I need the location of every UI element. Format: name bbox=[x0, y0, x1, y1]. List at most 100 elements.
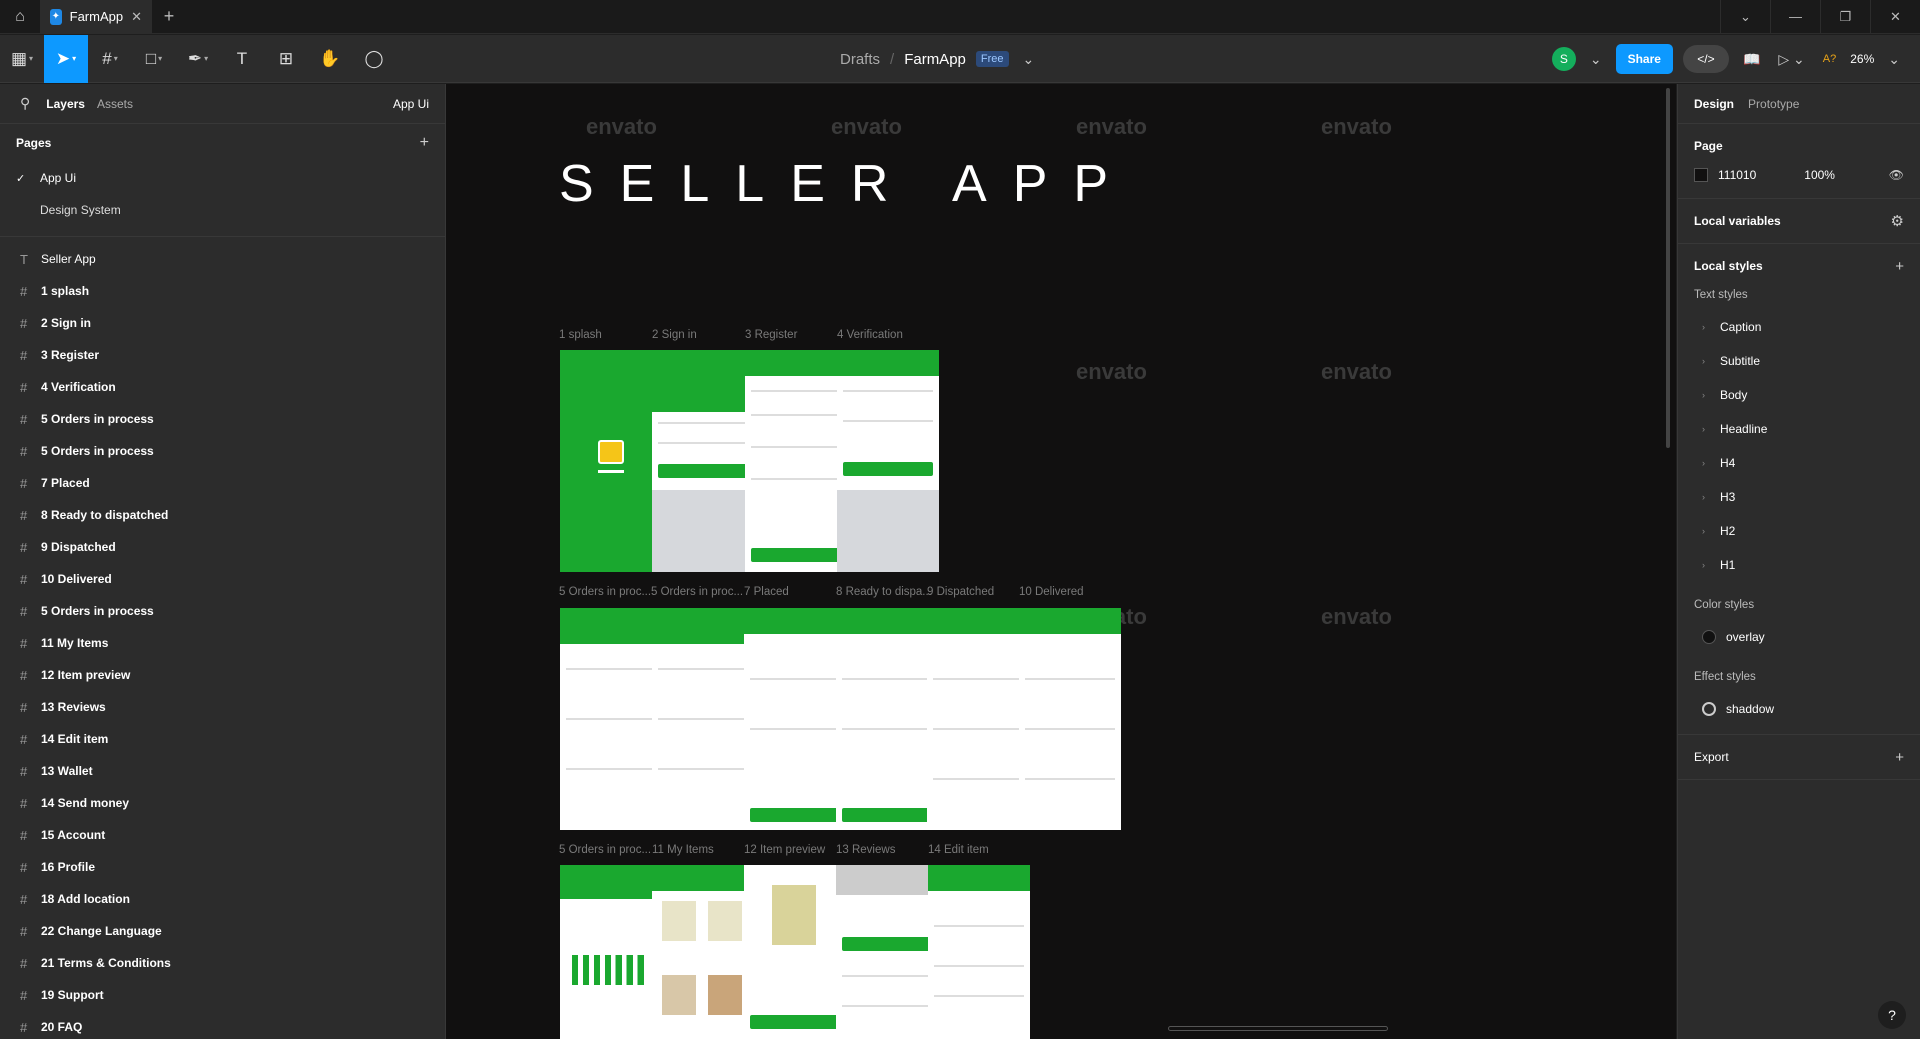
layer-item[interactable]: #10 Delivered bbox=[0, 563, 445, 595]
layer-item[interactable]: #20 FAQ bbox=[0, 1011, 445, 1039]
vertical-scrollbar[interactable] bbox=[1666, 88, 1670, 448]
frame-label[interactable]: 5 Orders in proc... bbox=[651, 586, 743, 598]
frame-label[interactable]: 3 Register bbox=[745, 329, 797, 341]
tab-layers[interactable]: Layers bbox=[46, 97, 85, 111]
frame-label[interactable]: 8 Ready to dispa... bbox=[836, 586, 932, 598]
home-icon[interactable]: ⌂ bbox=[0, 0, 40, 34]
frame-label[interactable]: 5 Orders in proc... bbox=[559, 844, 651, 856]
layer-item[interactable]: #21 Terms & Conditions bbox=[0, 947, 445, 979]
page-item-design-system[interactable]: Design System bbox=[0, 194, 445, 226]
frame-label[interactable]: 13 Reviews bbox=[836, 844, 895, 856]
page-selector[interactable]: App Ui bbox=[393, 97, 429, 111]
horizontal-scrollbar[interactable] bbox=[1168, 1026, 1388, 1031]
text-style-item[interactable]: › H2 bbox=[1694, 514, 1904, 548]
frame-tool-icon[interactable]: # ▾ bbox=[88, 35, 132, 83]
text-style-item[interactable]: › H4 bbox=[1694, 446, 1904, 480]
layer-item[interactable]: #4 Verification bbox=[0, 371, 445, 403]
text-style-item[interactable]: › Subtitle bbox=[1694, 344, 1904, 378]
canvas[interactable]: envato envato envato envato envato envato enva… bbox=[446, 84, 1676, 1039]
layer-item[interactable]: #13 Reviews bbox=[0, 691, 445, 723]
variables-settings-icon[interactable]: ⚙ bbox=[1891, 212, 1904, 230]
close-window-icon[interactable]: ✕ bbox=[1870, 0, 1920, 34]
frame-delivered[interactable] bbox=[1019, 608, 1121, 830]
layer-item[interactable]: #5 Orders in process bbox=[0, 595, 445, 627]
frame-insight[interactable] bbox=[560, 865, 662, 1039]
add-export-icon[interactable]: + bbox=[1895, 749, 1904, 766]
frame-placed[interactable] bbox=[744, 608, 846, 830]
frame-ready[interactable] bbox=[836, 608, 938, 830]
frame-orders-1[interactable] bbox=[560, 608, 662, 830]
chevron-down-icon[interactable]: ⌄ bbox=[1720, 0, 1770, 34]
layer-item[interactable]: #18 Add location bbox=[0, 883, 445, 915]
frame-edit-item[interactable] bbox=[928, 865, 1030, 1039]
layer-item[interactable]: #13 Wallet bbox=[0, 755, 445, 787]
frame-label[interactable]: 2 Sign in bbox=[652, 329, 697, 341]
avatar[interactable]: S bbox=[1551, 47, 1576, 71]
main-menu-icon[interactable]: ▦ ▾ bbox=[0, 35, 44, 83]
layer-item[interactable]: #5 Orders in process bbox=[0, 435, 445, 467]
layer-item[interactable]: T Seller App bbox=[0, 243, 445, 275]
drafts-link[interactable]: Drafts bbox=[840, 51, 880, 68]
local-variables-label[interactable]: Local variables bbox=[1694, 214, 1781, 228]
frame-label[interactable]: 11 My Items bbox=[652, 844, 714, 856]
help-button[interactable]: ? bbox=[1878, 1001, 1906, 1029]
page-opacity-value[interactable]: 100% bbox=[1804, 168, 1835, 182]
chevron-down-icon[interactable]: ⌄ bbox=[1019, 51, 1039, 68]
frame-dispatched[interactable] bbox=[927, 608, 1029, 830]
frame-item-preview[interactable] bbox=[744, 865, 846, 1039]
frame-label[interactable]: 9 Dispatched bbox=[927, 586, 994, 598]
file-name[interactable]: FarmApp bbox=[904, 51, 966, 68]
add-style-icon[interactable]: + bbox=[1895, 258, 1904, 275]
restore-icon[interactable]: ❐ bbox=[1820, 0, 1870, 34]
layer-item[interactable]: #14 Send money bbox=[0, 787, 445, 819]
frame-orders-2[interactable] bbox=[652, 608, 754, 830]
layer-item[interactable]: #5 Orders in process bbox=[0, 403, 445, 435]
frame-reviews[interactable] bbox=[836, 865, 938, 1039]
layer-item[interactable]: #9 Dispatched bbox=[0, 531, 445, 563]
frame-sign-in[interactable] bbox=[652, 350, 754, 572]
move-tool-icon[interactable]: ➤ ▾ bbox=[44, 34, 88, 83]
frame-my-items[interactable] bbox=[652, 865, 754, 1039]
library-icon[interactable]: 📖 bbox=[1739, 51, 1764, 68]
search-icon[interactable]: ⚲ bbox=[16, 95, 34, 112]
color-style-item[interactable]: overlay bbox=[1694, 620, 1904, 654]
chevron-down-icon[interactable]: ⌄ bbox=[1586, 51, 1606, 68]
frame-label[interactable]: 10 Delivered bbox=[1019, 586, 1084, 598]
dev-mode-toggle[interactable]: </> bbox=[1682, 45, 1729, 73]
frame-label[interactable]: 1 splash bbox=[559, 329, 602, 341]
frame-label[interactable]: 7 Placed bbox=[744, 586, 789, 598]
effect-style-item[interactable]: shaddow bbox=[1694, 692, 1904, 726]
share-button[interactable]: Share bbox=[1615, 44, 1673, 74]
new-tab-button[interactable]: + bbox=[152, 6, 186, 27]
layer-item[interactable]: #2 Sign in bbox=[0, 307, 445, 339]
layer-item[interactable]: #22 Change Language bbox=[0, 915, 445, 947]
layer-item[interactable]: #16 Profile bbox=[0, 851, 445, 883]
page-color-value[interactable]: 111010 bbox=[1718, 168, 1756, 182]
layer-item[interactable]: #19 Support bbox=[0, 979, 445, 1011]
layer-item[interactable]: #3 Register bbox=[0, 339, 445, 371]
tab-farmapp[interactable]: ✦ FarmApp ✕ bbox=[40, 0, 152, 34]
shape-tool-icon[interactable]: □ ▾ bbox=[132, 35, 176, 83]
hand-tool-icon[interactable]: ✋ bbox=[308, 35, 352, 83]
close-tab-icon[interactable]: ✕ bbox=[131, 9, 142, 25]
layer-item[interactable]: #1 splash bbox=[0, 275, 445, 307]
zoom-level[interactable]: 26% bbox=[1850, 52, 1874, 66]
present-icon[interactable]: ▷ ⌄ bbox=[1774, 51, 1808, 68]
tab-assets[interactable]: Assets bbox=[97, 97, 133, 111]
frame-register[interactable] bbox=[745, 350, 847, 572]
layer-item[interactable]: #14 Edit item bbox=[0, 723, 445, 755]
layer-item[interactable]: #8 Ready to dispatched bbox=[0, 499, 445, 531]
text-style-item[interactable]: › Headline bbox=[1694, 412, 1904, 446]
layer-item[interactable]: #12 Item preview bbox=[0, 659, 445, 691]
text-style-item[interactable]: › H3 bbox=[1694, 480, 1904, 514]
layer-item[interactable]: #11 My Items bbox=[0, 627, 445, 659]
text-style-item[interactable]: › Caption bbox=[1694, 310, 1904, 344]
eye-icon[interactable]: 👁 bbox=[1889, 168, 1904, 182]
frame-label[interactable]: 4 Verification bbox=[837, 329, 903, 341]
frame-label[interactable]: 5 Orders in proc... bbox=[559, 586, 651, 598]
tab-design[interactable]: Design bbox=[1694, 97, 1734, 111]
text-style-item[interactable]: › H1 bbox=[1694, 548, 1904, 582]
layer-item[interactable]: #15 Account bbox=[0, 819, 445, 851]
add-page-icon[interactable]: + bbox=[420, 134, 429, 152]
chevron-down-icon[interactable]: ⌄ bbox=[1884, 51, 1904, 68]
